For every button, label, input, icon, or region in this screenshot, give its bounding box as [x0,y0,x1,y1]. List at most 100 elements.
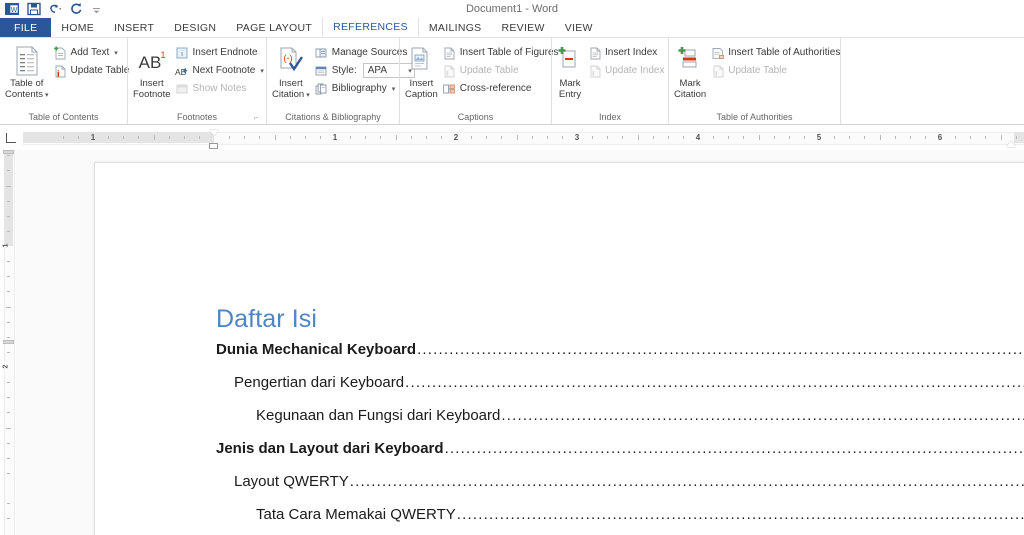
insert-index-button[interactable]: Insert Index [584,44,668,61]
toc-leader-dots: ........................................… [456,506,1024,523]
toc-entry[interactable]: Jenis dan Layout dari Keyboard .........… [216,440,1024,473]
tab-mailings[interactable]: MAILINGS [419,18,492,37]
right-indent-marker[interactable] [1006,141,1016,147]
ruler-tick [304,136,306,139]
toc-entry-title: Kegunaan dan Fungsi dari Keyboard [256,407,501,424]
ruler-number: 4 [695,133,701,142]
vertical-ruler-tick [7,397,10,399]
tab-page-layout[interactable]: PAGE LAYOUT [226,18,322,37]
toc-entry[interactable]: Kegunaan dan Fungsi dari Keyboard ......… [216,407,1024,440]
ruler-tick [1000,135,1002,140]
mark-entry-button[interactable]: Mark Entry [556,43,584,102]
chevron-down-icon[interactable]: ▾ [392,85,396,93]
ruler-tick [652,136,654,139]
insert-endnote-button[interactable]: i Insert Endnote [172,44,267,61]
table-of-contents-button[interactable]: Table of Contents ▾ [4,43,50,103]
top-margin-handle[interactable] [3,150,14,154]
vertical-ruler-tick [7,472,10,474]
ruler-tick [607,136,609,139]
update-table-label: Update Table [70,65,130,76]
tab-home[interactable]: HOME [51,18,104,37]
mark-citation-button[interactable]: Mark Citation [673,43,707,102]
document-canvas[interactable]: Daftar Isi Dunia Mechanical Keyboard....… [16,150,1024,535]
first-line-indent-marker[interactable] [209,130,219,136]
toc-entry[interactable]: Layout QWERTY...........................… [216,473,1024,506]
table-of-contents-label-line2: Contents [5,89,44,100]
tab-references[interactable]: REFERENCES [322,18,419,37]
mark-citation-label-line1: Mark [679,78,701,89]
insert-citation-label-line1: Insert [278,78,303,89]
insert-table-of-figures-button[interactable]: Insert Table of Figures [439,44,562,61]
tab-file[interactable]: FILE [0,18,52,37]
insert-table-of-authorities-button[interactable]: Insert Table of Authorities [707,44,843,61]
left-indent-marker[interactable] [209,143,218,149]
ruler-tick [501,136,503,139]
table-of-contents-field[interactable]: Dunia Mechanical Keyboard...............… [216,341,1024,535]
insert-table-of-authorities-icon [710,45,725,60]
insert-footnote-icon: AB 1 [134,45,170,77]
save-icon[interactable] [26,2,41,17]
ruler-tick [894,136,896,139]
horizontal-ruler[interactable]: 1 1 2 3 4 5 6 [23,125,1024,150]
ribbon: Table of Contents ▾ Add Text ▾ Update Ta… [0,38,1024,125]
chevron-down-icon[interactable]: ▾ [114,49,118,57]
ruler-tick [728,136,730,139]
ruler-tick [229,136,231,139]
ruler-tick [350,136,352,139]
add-text-button[interactable]: Add Text ▾ [50,44,133,61]
chevron-down-icon[interactable]: ▾ [260,67,264,75]
table-of-contents-icon [14,45,40,77]
undo-icon[interactable] [47,2,62,17]
update-table-button[interactable]: Update Table [50,62,133,79]
word-logo-icon[interactable]: W [5,2,20,17]
bottom-margin-handle[interactable] [3,340,14,344]
footnotes-dialog-launcher[interactable]: ⌐ [252,115,260,123]
ruler-tick [743,136,745,139]
tab-stop-selector[interactable] [0,125,23,150]
vertical-ruler[interactable]: 12 [0,150,16,535]
vertical-ruler-tick [7,457,10,459]
update-table-figures-icon [442,63,457,78]
cross-reference-button[interactable]: Cross-reference [439,80,562,97]
ribbon-group-footnotes: AB 1 Insert Footnote i Insert Endnote AB… [127,38,266,124]
tab-review[interactable]: REVIEW [491,18,554,37]
insert-caption-button[interactable]: Insert Caption [404,43,439,102]
next-footnote-button[interactable]: AB Next Footnote ▾ [172,62,267,79]
horizontal-ruler-left-margin [23,132,214,143]
insert-citation-button[interactable]: (-) Insert Citation ▾ [271,43,311,103]
ruler-tick [319,136,321,139]
document-page[interactable]: Daftar Isi Dunia Mechanical Keyboard....… [94,162,1024,535]
next-footnote-icon: AB [175,63,190,78]
ruler-tick [970,136,972,139]
toc-entry[interactable]: Tata Cara Memakai QWERTY ...............… [216,506,1024,535]
footnotes-small-buttons: i Insert Endnote AB Next Footnote ▾ Show… [172,43,267,97]
insert-footnote-button[interactable]: AB 1 Insert Footnote [132,43,172,102]
ruler-tick [153,135,155,140]
ruler-tick [274,135,276,140]
document-heading: Daftar Isi [216,305,318,333]
word-application-window: W Document1 - Word FILE HOME INSERT DESI… [0,0,1024,535]
toc-entry[interactable]: Dunia Mechanical Keyboard...............… [216,341,1024,374]
redo-icon[interactable] [68,2,83,17]
tab-insert[interactable]: INSERT [104,18,164,37]
ruler-tick [471,136,473,139]
customize-quick-access-icon[interactable] [89,2,104,17]
chevron-down-icon[interactable]: ▾ [306,92,310,99]
ruler-number: 5 [816,133,822,142]
chevron-down-icon[interactable]: ▾ [45,92,49,99]
vertical-ruler-tick [6,306,11,308]
next-footnote-label: Next Footnote [192,65,256,76]
insert-caption-label-line2: Caption [405,89,438,100]
ruler-tick [955,136,957,139]
tab-view[interactable]: VIEW [555,18,603,37]
ruler-tick [622,136,624,139]
vertical-ruler-tick [7,412,10,414]
tab-design[interactable]: DESIGN [164,18,226,37]
ruler-tick [289,136,291,139]
ruler-tick [138,136,140,139]
ruler-tick [682,136,684,139]
toc-entry[interactable]: Pengertian dari Keyboard................… [216,374,1024,407]
ruler-tick [713,136,715,139]
vertical-ruler-tick [7,291,10,293]
ruler-tick [198,136,200,139]
